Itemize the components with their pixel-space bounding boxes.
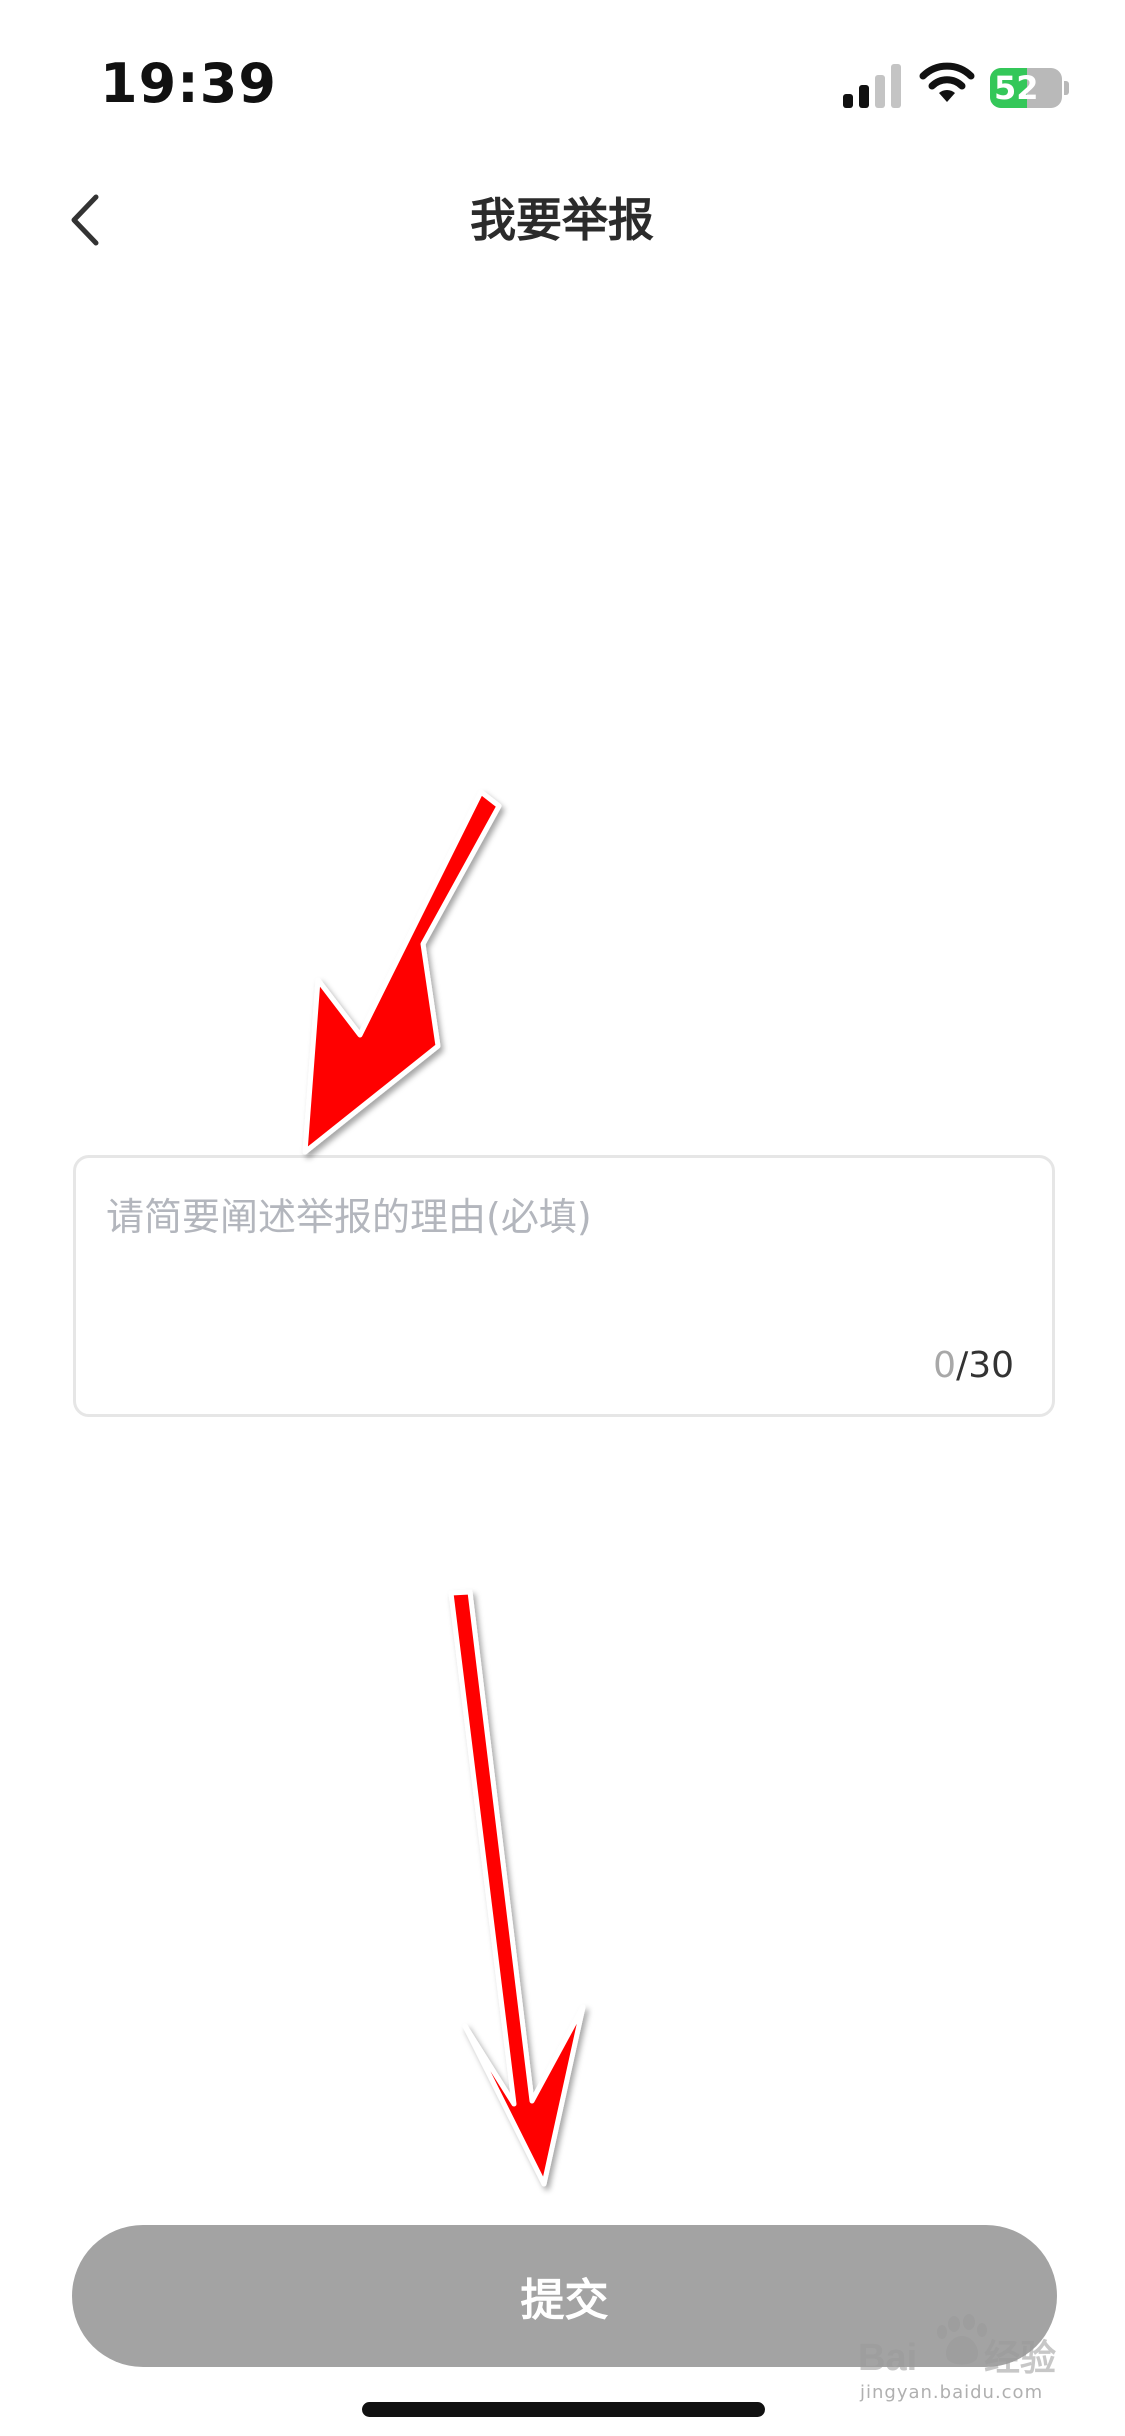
watermark-url: jingyan.baidu.com [860, 2382, 1044, 2403]
page-title: 我要举报 [470, 193, 654, 247]
battery-body: 52 [990, 68, 1062, 108]
wifi-icon [919, 62, 975, 102]
report-reason-input[interactable] [106, 1192, 1026, 1342]
character-count-current: 0 [933, 1345, 957, 1386]
character-counter: 0/30 [933, 1344, 1014, 1388]
baidu-jingyan-logo: Bai 经验 [858, 2314, 1056, 2378]
character-count-max: /30 [956, 1345, 1014, 1386]
battery-percent: 52 [994, 69, 1039, 107]
watermark: Bai 经验 jingyan.baidu.com [858, 2312, 1068, 2406]
status-time: 19:39 [100, 52, 277, 115]
chevron-left-icon [71, 194, 99, 246]
report-reason-box: 0/30 [73, 1155, 1055, 1417]
back-button[interactable] [40, 180, 130, 260]
battery-indicator: 52 [990, 68, 1070, 108]
battery-cap [1064, 81, 1069, 95]
svg-text:经验: 经验 [984, 2338, 1056, 2378]
status-bar: 19:39 52 [0, 0, 1125, 170]
home-indicator [362, 2402, 765, 2417]
nav-bar: 我要举报 [0, 170, 1125, 270]
svg-text:Bai: Bai [858, 2337, 917, 2378]
arrow-to-input [302, 789, 502, 1155]
arrow-to-submit [448, 1589, 586, 2187]
cellular-signal-icon [843, 64, 901, 108]
